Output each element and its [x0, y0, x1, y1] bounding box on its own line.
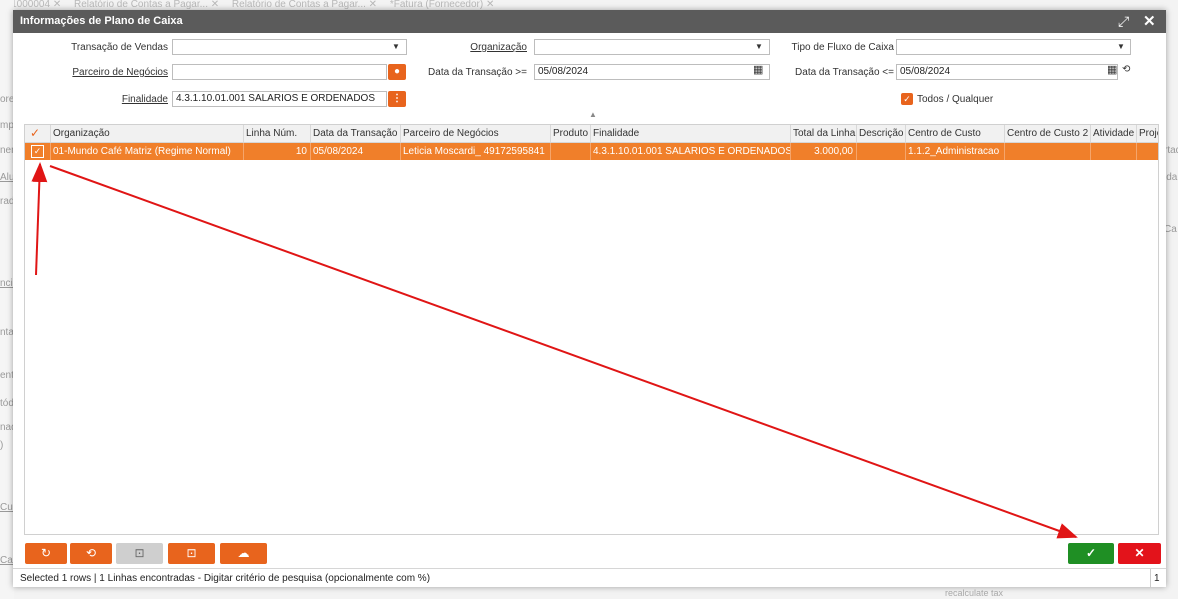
- background-text: ): [0, 440, 4, 451]
- column-header[interactable]: Atividade: [1091, 125, 1137, 142]
- person-icon[interactable]: ●: [388, 64, 406, 80]
- cell-linha[interactable]: 10: [244, 143, 311, 160]
- undo-icon: ⟲: [85, 546, 97, 560]
- cell-organizacao[interactable]: 01-Mundo Café Matriz (Regime Normal): [51, 143, 244, 160]
- background-text: recalculate tax: [945, 588, 1004, 598]
- export-button[interactable]: ☁: [220, 543, 267, 564]
- dialog-title: Informações de Plano de Caixa: [20, 15, 183, 27]
- column-header[interactable]: Total da Linha: [791, 125, 857, 142]
- reset-button[interactable]: ⟲: [70, 543, 112, 564]
- zoom-across-icon: ⊡: [186, 546, 197, 560]
- tipo-fluxo-label: Tipo de Fluxo de Caixa: [791, 42, 894, 53]
- ok-button[interactable]: ✓: [1068, 543, 1114, 564]
- column-header[interactable]: Organização: [51, 125, 244, 142]
- parceiro-label[interactable]: Parceiro de Negócios: [72, 67, 168, 78]
- finalidade-field[interactable]: 4.3.1.10.01.001 SALARIOS E ORDENADOS: [172, 91, 387, 107]
- cell-atividade[interactable]: [1091, 143, 1137, 160]
- cell-data[interactable]: 05/08/2024: [311, 143, 401, 160]
- refresh-button[interactable]: ↻: [25, 543, 67, 564]
- cell-projeto[interactable]: [1137, 143, 1158, 160]
- refresh-icon: ↻: [40, 546, 52, 560]
- background-left-panel: oresa mpr nent Aluc rada ncios ntat ento…: [0, 0, 25, 599]
- background-tabs: a: 1000004 ✕ Relatório de Contas a Pagar…: [0, 0, 1178, 10]
- table-row[interactable]: ✓ 01-Mundo Café Matriz (Regime Normal) 1…: [25, 143, 1158, 160]
- close-icon: ✕: [1134, 546, 1145, 560]
- tipo-fluxo-field[interactable]: [896, 39, 1131, 55]
- cell-produto[interactable]: [551, 143, 591, 160]
- chevron-down-icon[interactable]: ▼: [754, 40, 764, 54]
- column-header[interactable]: Data da Transação: [311, 125, 401, 142]
- data-ate-label: Data da Transação <=: [795, 67, 894, 78]
- calendar-icon[interactable]: ▦: [1107, 63, 1117, 76]
- cell-centro-custo-2[interactable]: [1005, 143, 1091, 160]
- todos-label: Todos / Qualquer: [917, 94, 994, 105]
- transacao-vendas-field[interactable]: [172, 39, 407, 55]
- status-bar: Selected 1 rows | 1 Linhas encontradas -…: [13, 568, 1166, 588]
- zoom-button[interactable]: ⊡: [116, 543, 163, 564]
- zoom-icon: ⊡: [134, 546, 145, 560]
- background-text: rtad: [1164, 145, 1178, 156]
- background-text: ida: [1164, 172, 1178, 183]
- background-tab[interactable]: Relatório de Contas a Pagar... ✕: [74, 0, 219, 10]
- column-header[interactable]: Centro de Custo 2: [1005, 125, 1091, 142]
- calendar-icon[interactable]: ▦: [753, 63, 763, 76]
- row-checkbox[interactable]: ✓: [25, 143, 51, 160]
- column-header[interactable]: Finalidade: [591, 125, 791, 142]
- data-de-label: Data da Transação >=: [428, 67, 527, 78]
- column-header[interactable]: Parceiro de Negócios: [401, 125, 551, 142]
- cell-finalidade[interactable]: 4.3.1.10.01.001 SALARIOS E ORDENADOS: [591, 143, 791, 160]
- status-text: Selected 1 rows | 1 Linhas encontradas -…: [20, 573, 431, 584]
- transacao-vendas-label: Transação de Vendas: [71, 42, 168, 53]
- cashflow-info-dialog: Informações de Plano de Caixa ⤢ ✕ Transa…: [13, 10, 1166, 588]
- organizacao-field[interactable]: [534, 39, 770, 55]
- chevron-down-icon[interactable]: ▼: [1116, 40, 1126, 54]
- organizacao-label[interactable]: Organização: [470, 42, 527, 53]
- cell-parceiro[interactable]: Leticia Moscardi_ 49172595841: [401, 143, 551, 160]
- column-header[interactable]: Linha Núm.: [244, 125, 311, 142]
- grid-header: ✓ Organização Linha Núm. Data da Transaç…: [25, 125, 1158, 143]
- column-header[interactable]: Descrição: [857, 125, 906, 142]
- cancel-button[interactable]: ✕: [1118, 543, 1161, 564]
- column-header[interactable]: Centro de Custo: [906, 125, 1005, 142]
- column-header[interactable]: Projeto: [1137, 125, 1158, 142]
- cloud-upload-icon: ☁: [237, 546, 250, 560]
- zoom-across-button[interactable]: ⊡: [168, 543, 215, 564]
- dialog-titlebar: Informações de Plano de Caixa ⤢ ✕: [13, 10, 1166, 33]
- background-tab[interactable]: *Fatura (Fornecedor) ✕: [390, 0, 495, 10]
- select-all-checkbox[interactable]: ✓: [25, 125, 51, 142]
- data-de-field[interactable]: 05/08/2024: [534, 64, 770, 80]
- cell-descricao[interactable]: [857, 143, 906, 160]
- todos-checkbox[interactable]: ✓: [901, 93, 913, 105]
- close-icon[interactable]: ✕: [1143, 12, 1156, 30]
- check-icon: ✓: [1085, 546, 1097, 560]
- results-grid: ✓ Organização Linha Núm. Data da Transaç…: [24, 124, 1159, 535]
- background-tab[interactable]: Relatório de Contas a Pagar... ✕: [232, 0, 377, 10]
- reset-date-icon[interactable]: ⟲: [1122, 64, 1130, 75]
- cell-total[interactable]: 3.000,00: [791, 143, 857, 160]
- page-indicator: 1: [1150, 569, 1160, 588]
- column-header[interactable]: Produto: [551, 125, 591, 142]
- chevron-down-icon[interactable]: ▼: [391, 40, 401, 54]
- collapse-icon[interactable]: ▲: [589, 110, 597, 119]
- cell-centro-custo[interactable]: 1.1.2_Administracao: [906, 143, 1005, 160]
- parceiro-field[interactable]: [172, 64, 387, 80]
- data-ate-field[interactable]: 05/08/2024: [896, 64, 1118, 80]
- more-options-icon[interactable]: ⋮: [388, 91, 406, 107]
- expand-icon[interactable]: ⤢: [1118, 13, 1129, 30]
- finalidade-label[interactable]: Finalidade: [122, 94, 168, 105]
